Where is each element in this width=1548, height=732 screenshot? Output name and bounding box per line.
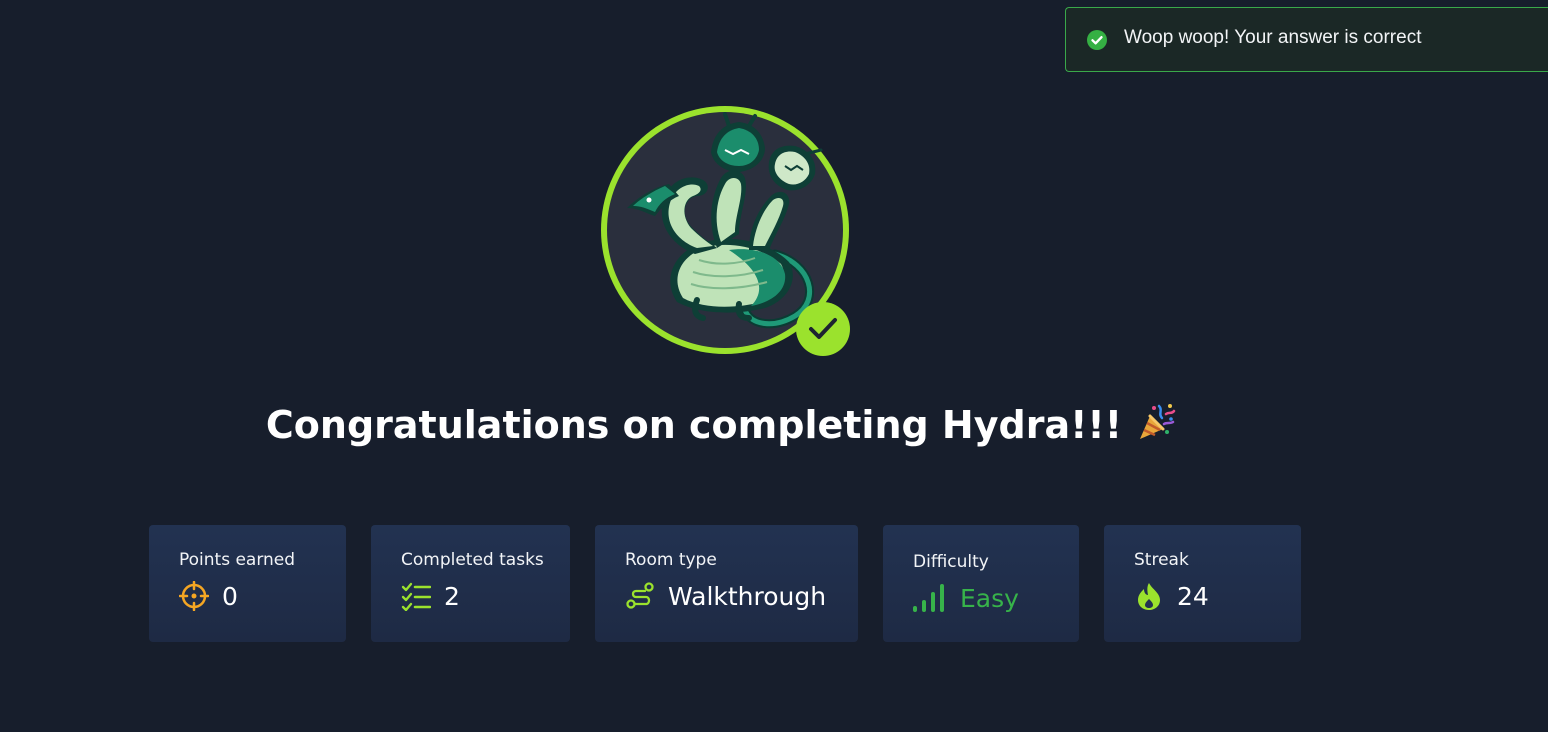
room-badge — [599, 104, 853, 358]
flame-icon — [1138, 583, 1160, 610]
points-earned-card: Points earned 0 — [149, 525, 346, 642]
toast-message: Woop woop! Your answer is correct — [1124, 27, 1422, 48]
checklist-icon — [401, 582, 431, 611]
difficulty-card: Difficulty Easy — [883, 525, 1079, 642]
points-earned-label: Points earned — [179, 550, 296, 570]
signal-bars-icon — [913, 584, 944, 612]
points-earned-value: 0 — [222, 581, 238, 611]
completion-title-text: Congratulations on completing Hydra!!! — [265, 403, 1123, 447]
completed-check-icon — [796, 302, 850, 356]
streak-card: Streak 24 — [1104, 525, 1301, 642]
route-icon — [626, 582, 654, 609]
difficulty-value: Easy — [960, 583, 1019, 613]
room-type-label: Room type — [625, 550, 717, 570]
party-popper-icon — [1140, 404, 1176, 439]
streak-label: Streak — [1134, 550, 1189, 570]
streak-value: 24 — [1177, 581, 1209, 611]
crosshair-icon — [179, 581, 209, 611]
completed-tasks-value: 2 — [444, 581, 460, 611]
completed-tasks-label: Completed tasks — [401, 550, 544, 570]
room-type-card: Room type Walkthrough — [595, 525, 858, 642]
success-toast[interactable]: Woop woop! Your answer is correct — [1065, 7, 1548, 72]
room-type-value: Walkthrough — [668, 581, 827, 611]
completion-title: Congratulations on completing Hydra!!! — [0, 402, 1442, 447]
difficulty-label: Difficulty — [913, 552, 989, 572]
check-circle-icon — [1087, 29, 1107, 50]
completed-tasks-card: Completed tasks 2 — [371, 525, 570, 642]
